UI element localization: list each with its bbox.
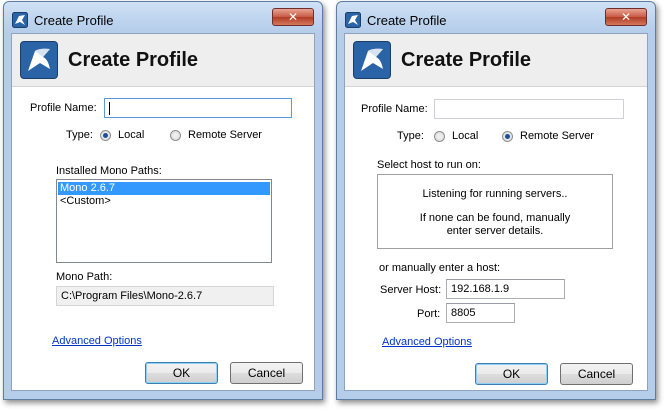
type-remote-label[interactable]: Remote Server — [520, 130, 594, 142]
profile-name-label: Profile Name: — [361, 103, 428, 115]
none-found-line-2: enter server details. — [446, 225, 544, 237]
header-title: Create Profile — [68, 49, 199, 71]
installed-paths-list[interactable]: Mono 2.6.7 <Custom> — [56, 179, 272, 263]
type-remote-radio[interactable] — [502, 131, 513, 142]
profile-name-input[interactable] — [434, 99, 624, 119]
list-item[interactable]: <Custom> — [58, 195, 270, 208]
port-input[interactable]: 8805 — [446, 303, 515, 323]
mono-path-field[interactable]: C:\Program Files\Mono-2.6.7 — [56, 286, 274, 306]
port-label: Port: — [417, 308, 441, 320]
server-discovery-panel: Listening for running servers.. If none … — [377, 174, 613, 249]
header-band: Create Profile — [12, 34, 314, 87]
app-icon — [345, 12, 361, 28]
header-title: Create Profile — [401, 49, 532, 71]
listening-status: Listening for running servers.. — [422, 188, 568, 200]
profile-name-label: Profile Name: — [30, 102, 97, 114]
close-icon: ✕ — [287, 10, 299, 24]
dialog-client-area: Create Profile Profile Name: Type: Local… — [11, 33, 315, 391]
window-title: Create Profile — [34, 13, 114, 28]
type-local-label[interactable]: Local — [452, 130, 478, 142]
create-profile-dialog-local: Create Profile ✕ Create Profile Profile … — [3, 1, 323, 400]
select-host-label: Select host to run on: — [377, 159, 481, 171]
text-caret — [109, 101, 110, 115]
ok-button[interactable]: OK — [475, 363, 548, 385]
monodevelop-logo-icon — [20, 41, 58, 79]
server-host-label: Server Host: — [380, 284, 442, 296]
close-button[interactable]: ✕ — [605, 8, 647, 26]
type-label: Type: — [66, 129, 93, 141]
advanced-options-link[interactable]: Advanced Options — [52, 335, 142, 347]
cancel-button[interactable]: Cancel — [560, 363, 633, 385]
advanced-options-link[interactable]: Advanced Options — [382, 336, 472, 348]
none-found-line-1: If none can be found, manually — [419, 212, 571, 224]
close-button[interactable]: ✕ — [272, 8, 314, 26]
list-item[interactable]: Mono 2.6.7 — [58, 182, 270, 195]
ok-button[interactable]: OK — [145, 362, 218, 384]
app-icon — [12, 12, 28, 28]
close-icon: ✕ — [620, 10, 632, 24]
type-remote-radio[interactable] — [170, 130, 181, 141]
server-host-input[interactable]: 192.168.1.9 — [446, 279, 565, 299]
monodevelop-logo-icon — [353, 41, 391, 79]
installed-paths-label: Installed Mono Paths: — [56, 165, 162, 177]
cancel-button[interactable]: Cancel — [230, 362, 303, 384]
title-bar[interactable]: Create Profile ✕ — [337, 2, 655, 33]
title-bar[interactable]: Create Profile ✕ — [4, 2, 322, 33]
create-profile-dialog-remote: Create Profile ✕ Create Profile Profile … — [336, 1, 656, 400]
header-band: Create Profile — [345, 34, 647, 87]
type-local-radio[interactable] — [100, 130, 111, 141]
manual-host-label: or manually enter a host: — [379, 262, 501, 274]
type-local-radio[interactable] — [434, 131, 445, 142]
mono-path-label: Mono Path: — [56, 271, 113, 283]
profile-name-input[interactable] — [104, 98, 292, 118]
dialog-client-area: Create Profile Profile Name: Type: Local… — [344, 33, 648, 391]
type-label: Type: — [397, 130, 424, 142]
window-title: Create Profile — [367, 13, 447, 28]
type-local-label[interactable]: Local — [118, 129, 144, 141]
type-remote-label[interactable]: Remote Server — [188, 129, 262, 141]
